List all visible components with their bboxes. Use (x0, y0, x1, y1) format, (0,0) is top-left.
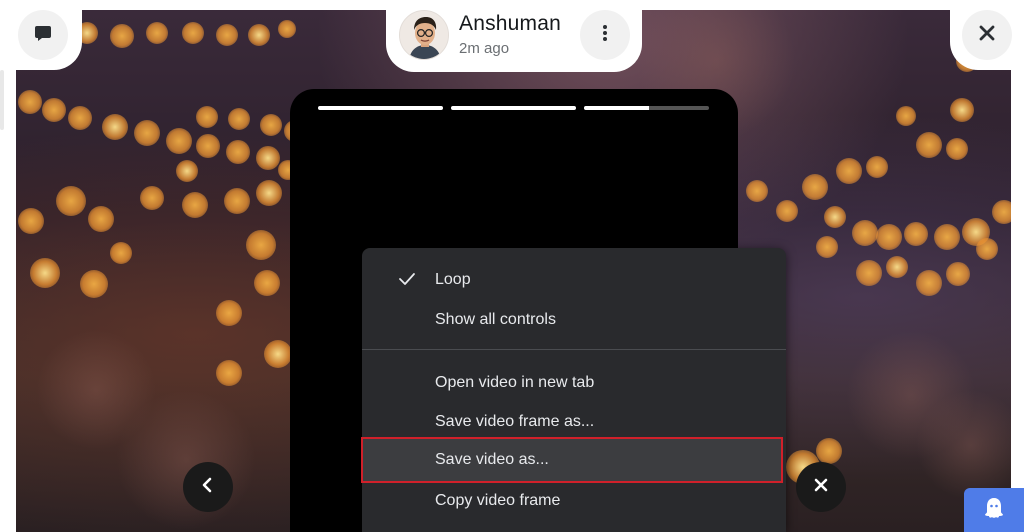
bokeh-light (182, 192, 208, 218)
bokeh-light (224, 188, 250, 214)
bokeh-light (88, 206, 114, 232)
post-timestamp: 2m ago (459, 40, 510, 57)
story-progress-fill (584, 106, 649, 110)
bokeh-light (962, 218, 990, 246)
bitmoji-avatar-image (400, 11, 448, 59)
menu-item-label: Loop (435, 271, 471, 288)
ghost-button[interactable] (964, 488, 1024, 532)
bokeh-light (886, 256, 908, 278)
chat-bubble-icon (33, 23, 53, 48)
bokeh-light (946, 262, 970, 286)
chat-button[interactable] (18, 10, 68, 60)
bokeh-light (816, 236, 838, 258)
bokeh-light (134, 120, 160, 146)
menu-separator (362, 349, 786, 350)
story-progress-segment (451, 106, 576, 110)
bokeh-light (146, 22, 168, 44)
bokeh-light (260, 114, 282, 136)
bokeh-light (182, 22, 204, 44)
user-name[interactable]: Anshuman (459, 12, 561, 36)
bokeh-light (256, 146, 280, 170)
bokeh-light (934, 224, 960, 250)
bokeh-light (56, 186, 86, 216)
bokeh-light (68, 106, 92, 130)
menu-item-save-video-as[interactable]: Save video as... (361, 437, 783, 483)
more-options-button[interactable] (580, 10, 630, 60)
bokeh-light (254, 270, 280, 296)
bokeh-light (102, 114, 128, 140)
bokeh-light (776, 200, 798, 222)
story-progress-segment (318, 106, 443, 110)
menu-item-label: Save video as... (435, 451, 549, 468)
bokeh-light (140, 186, 164, 210)
bokeh-light (976, 238, 998, 260)
close-icon (813, 477, 829, 498)
bokeh-light (166, 128, 192, 154)
bokeh-light (916, 270, 942, 296)
bokeh-light (824, 206, 846, 228)
bokeh-light (110, 24, 134, 48)
bokeh-light (802, 174, 828, 200)
bokeh-light (216, 24, 238, 46)
checkmark-icon (398, 270, 416, 293)
menu-item-label: Copy video frame (435, 492, 561, 509)
bokeh-light (256, 180, 282, 206)
bokeh-light (216, 300, 242, 326)
menu-item-loop[interactable]: Loop (362, 260, 786, 300)
close-video-button[interactable] (796, 462, 846, 512)
bokeh-light (904, 222, 928, 246)
bokeh-light (916, 132, 942, 158)
bokeh-light (18, 90, 42, 114)
bokeh-light (216, 360, 242, 386)
bokeh-light (852, 220, 878, 246)
menu-item-save-video-frame-as[interactable]: Save video frame as... (362, 402, 786, 442)
bokeh-light (816, 438, 842, 464)
story-progress-segment (584, 106, 709, 110)
bokeh-light (876, 224, 902, 250)
ghost-icon (983, 496, 1005, 525)
previous-story-button[interactable] (183, 462, 233, 512)
avatar[interactable] (399, 10, 449, 60)
bokeh-light (30, 258, 60, 288)
bokeh-light (248, 24, 270, 46)
more-vertical-icon (595, 23, 615, 48)
bokeh-light (80, 270, 108, 298)
left-panel-divider (0, 70, 4, 130)
bokeh-light (176, 160, 198, 182)
bokeh-light (836, 158, 862, 184)
menu-item-copy-video-frame[interactable]: Copy video frame (362, 481, 786, 521)
bokeh-light (896, 106, 916, 126)
bokeh-glow (916, 390, 1011, 500)
bokeh-light (746, 180, 768, 202)
bokeh-light (228, 108, 250, 130)
menu-item-label: Show all controls (435, 311, 556, 328)
bokeh-light (42, 98, 66, 122)
bokeh-light (856, 260, 882, 286)
bokeh-light (110, 242, 132, 264)
close-story-button[interactable] (962, 10, 1012, 60)
chevron-left-icon (200, 477, 216, 498)
bokeh-light (992, 200, 1011, 224)
bokeh-light (196, 106, 218, 128)
bokeh-light (866, 156, 888, 178)
bokeh-light (264, 340, 292, 368)
menu-item-label: Open video in new tab (435, 374, 595, 391)
menu-item-label: Save video frame as... (435, 413, 595, 430)
story-viewer: Anshuman 2m ago Loop Show all controls O… (0, 0, 1024, 532)
bokeh-light (226, 140, 250, 164)
left-panel-edge (0, 70, 16, 532)
bokeh-light (18, 208, 44, 234)
bokeh-light (946, 138, 968, 160)
menu-item-open-video-in-new-tab[interactable]: Open video in new tab (362, 363, 786, 403)
bokeh-light (278, 20, 296, 38)
video-context-menu: Loop Show all controls Open video in new… (361, 248, 786, 532)
menu-item-show-all-controls[interactable]: Show all controls (362, 300, 786, 340)
close-icon (977, 23, 997, 48)
bokeh-glow (36, 330, 156, 450)
bokeh-light (950, 98, 974, 122)
bokeh-glow (846, 330, 976, 460)
bokeh-light (196, 134, 220, 158)
bokeh-glow (116, 390, 256, 530)
bokeh-light (246, 230, 276, 260)
